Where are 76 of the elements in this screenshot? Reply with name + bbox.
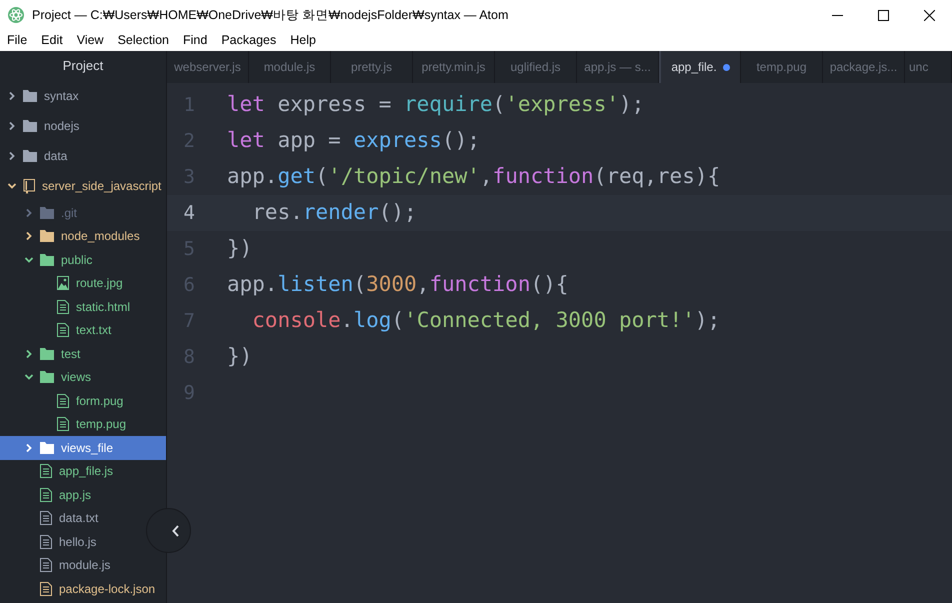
folder-icon [40, 442, 54, 454]
file-icon [40, 558, 52, 572]
close-icon [924, 10, 934, 20]
editor-tab[interactable]: app_file. [659, 51, 741, 83]
tree-item[interactable]: text.txt [0, 318, 166, 342]
book-icon [23, 178, 35, 194]
chevron-down-icon [7, 181, 17, 191]
code-line: }) [227, 343, 252, 370]
code-line: res.render(); [251, 199, 417, 226]
tree-item[interactable]: server_side_javascript [0, 171, 166, 201]
folder-icon [40, 206, 54, 219]
folder-icon [40, 348, 54, 360]
tree-item[interactable]: nodejs [0, 111, 166, 141]
folder-icon [23, 150, 37, 162]
tree-item[interactable]: app.js [0, 483, 166, 506]
tree-item[interactable]: data [0, 141, 166, 171]
tree-item[interactable]: package-lock.json [0, 577, 166, 600]
file-icon [40, 511, 52, 526]
tree-item[interactable]: views_file [0, 436, 166, 460]
tree-item[interactable]: form.pug [0, 389, 166, 412]
file-icon [57, 417, 69, 432]
tree-item[interactable]: test [0, 342, 166, 366]
tree-item[interactable]: hello.js [0, 530, 148, 554]
maximize-icon [878, 10, 888, 20]
file-icon [40, 464, 52, 478]
app-logo-icon [8, 7, 24, 23]
folder-icon [23, 120, 37, 132]
folder-icon [23, 90, 37, 102]
file-icon [57, 394, 69, 408]
code-line: let express = require('express'); [227, 91, 644, 118]
code-line: let app = express(); [227, 127, 480, 154]
menu-item[interactable]: Help [283, 30, 323, 51]
tree-item[interactable]: views [0, 366, 166, 389]
menu-item[interactable]: Packages [214, 30, 284, 51]
menu-item[interactable]: View [70, 30, 111, 51]
chevron-left-icon [172, 524, 180, 536]
file-icon [57, 300, 69, 314]
line-number: 4 [182, 200, 196, 226]
tree-item[interactable]: syntax [0, 81, 166, 111]
tree-item[interactable]: module.js [0, 554, 166, 577]
tree-item[interactable]: public [0, 248, 166, 272]
minimize-icon [832, 14, 842, 16]
chevron-right-icon [24, 442, 34, 453]
tree-view-title: Project [62, 57, 104, 75]
chevron-down-icon [24, 254, 34, 265]
menu-item[interactable]: File [0, 30, 34, 51]
tree-item[interactable]: temp.pug [0, 412, 166, 436]
menu-item[interactable]: Edit [34, 30, 70, 51]
tree-item[interactable]: data.txt [0, 506, 148, 530]
code-line: app.listen(3000,function(){ [227, 271, 568, 298]
chevron-right-icon [7, 151, 17, 161]
file-icon [40, 582, 52, 596]
file-icon [57, 323, 69, 338]
folder-icon [40, 254, 54, 266]
chevron-right-icon [24, 208, 34, 218]
code-line: }) [227, 235, 252, 262]
file-icon [40, 534, 52, 549]
modified-dot [722, 64, 730, 70]
chevron-right-icon [7, 121, 17, 131]
folder-icon [40, 371, 54, 384]
code-line: app.get('/topic/new',function(req,res){ [227, 163, 720, 190]
menu-item[interactable]: Selection [110, 30, 176, 51]
code-line: console.log('Connected, 3000 port!'); [251, 307, 720, 334]
tree-item[interactable]: app_file.js [0, 460, 166, 483]
menu-item[interactable]: Find [176, 30, 214, 51]
chevron-down-icon [24, 372, 34, 382]
chevron-right-icon [24, 231, 34, 242]
tree-item[interactable]: static.html [0, 295, 166, 318]
window-title: Project — C:₩Users₩HOME₩OneDrive₩바탕 화면₩nodejsFolder₩syntax — Atom [32, 6, 508, 24]
tree-item[interactable]: node_modules [0, 224, 166, 248]
chevron-right-icon [24, 348, 34, 359]
chevron-right-icon [7, 91, 17, 101]
image-file-icon [57, 276, 69, 290]
file-icon [40, 488, 52, 502]
folder-icon [40, 230, 54, 242]
tree-item[interactable]: route.jpg [0, 272, 166, 295]
